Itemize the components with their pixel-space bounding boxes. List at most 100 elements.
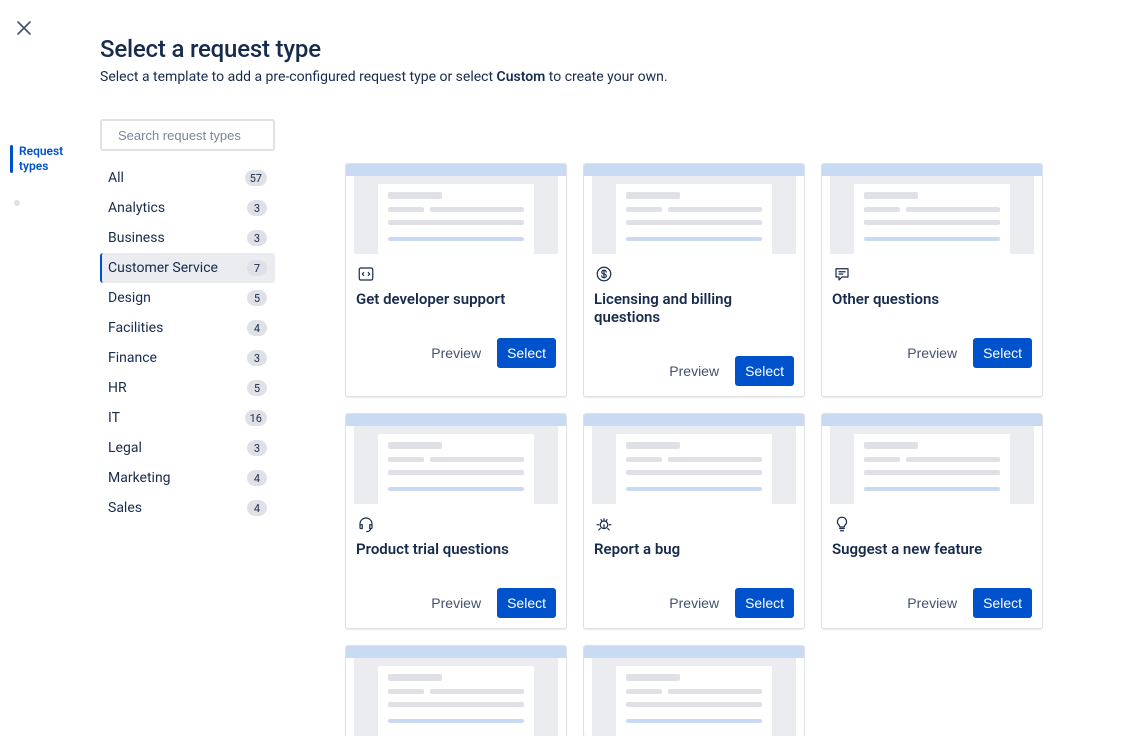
card-content: Suggest a new feature PreviewSelect	[822, 504, 1042, 628]
select-button[interactable]: Select	[497, 588, 556, 618]
card-title: Suggest a new feature	[832, 540, 1032, 558]
category-count-badge: 57	[245, 170, 267, 186]
card-actions: PreviewSelect	[356, 338, 556, 368]
category-item[interactable]: Sales 4	[100, 493, 275, 523]
card-title: Other questions	[832, 290, 1032, 308]
request-type-card: Get developer support PreviewSelect	[345, 163, 567, 397]
preview-button[interactable]: Preview	[659, 588, 729, 618]
bulb-icon	[832, 514, 852, 534]
card-content: Licensing and billing questions PreviewSe…	[584, 254, 804, 396]
card-illustration	[346, 414, 566, 504]
dollar-icon	[594, 264, 614, 284]
category-label: Marketing	[108, 470, 171, 486]
search-input[interactable]	[118, 128, 294, 143]
category-count-badge: 3	[247, 440, 267, 456]
rail-item-label: Request types	[19, 144, 71, 174]
category-item[interactable]: Facilities 4	[100, 313, 275, 343]
category-count-badge: 3	[247, 230, 267, 246]
request-type-card: Other questions PreviewSelect	[821, 163, 1043, 397]
comment-icon	[832, 264, 852, 284]
select-button[interactable]: Select	[735, 356, 794, 386]
category-item[interactable]: Design 5	[100, 283, 275, 313]
card-content: Get developer support PreviewSelect	[346, 254, 566, 396]
headset-icon	[356, 514, 376, 534]
select-button[interactable]: Select	[973, 338, 1032, 368]
category-count-badge: 5	[247, 380, 267, 396]
card-content: Report a bug PreviewSelect	[584, 504, 804, 628]
select-button[interactable]: Select	[497, 338, 556, 368]
category-count-badge: 3	[247, 350, 267, 366]
category-item[interactable]: Marketing 4	[100, 463, 275, 493]
category-count-badge: 4	[247, 470, 267, 486]
preview-button[interactable]: Preview	[897, 338, 967, 368]
request-type-card: Product trial questions PreviewSelect	[345, 413, 567, 629]
category-item[interactable]: Business 3	[100, 223, 275, 253]
category-item[interactable]: IT 16	[100, 403, 275, 433]
request-type-card	[583, 645, 805, 736]
category-count-badge: 3	[247, 200, 267, 216]
close-button[interactable]	[14, 18, 34, 38]
search-input-wrapper[interactable]	[100, 119, 275, 151]
card-grid: Get developer supportPreviewSelectLicens…	[345, 163, 1102, 736]
page-title: Select a request type	[100, 35, 1102, 63]
preview-button[interactable]: Preview	[421, 588, 491, 618]
card-title: Get developer support	[356, 290, 556, 308]
category-label: Analytics	[108, 200, 165, 216]
preview-button[interactable]: Preview	[897, 588, 967, 618]
card-illustration	[584, 164, 804, 254]
card-content: Other questions PreviewSelect	[822, 254, 1042, 396]
rail-item-secondary[interactable]	[6, 178, 86, 210]
category-label: All	[108, 170, 124, 186]
category-item[interactable]: Analytics 3	[100, 193, 275, 223]
card-actions: PreviewSelect	[594, 588, 794, 618]
card-actions: PreviewSelect	[356, 588, 556, 618]
request-type-card: Suggest a new feature PreviewSelect	[821, 413, 1043, 629]
category-label: Customer Service	[108, 260, 218, 276]
card-illustration	[584, 414, 804, 504]
card-illustration	[584, 646, 804, 736]
category-count-badge: 16	[245, 410, 267, 426]
category-count-badge: 4	[247, 320, 267, 336]
category-count-badge: 7	[247, 260, 267, 276]
code-icon	[356, 264, 376, 284]
category-list: All57Analytics3Business3Customer Service…	[100, 163, 275, 523]
preview-button[interactable]: Preview	[659, 356, 729, 386]
bug-icon	[594, 514, 614, 534]
rail-item-request-types[interactable]: Request types	[6, 140, 86, 178]
card-title: Licensing and billing questions	[594, 290, 794, 326]
card-title: Product trial questions	[356, 540, 556, 558]
card-illustration	[822, 414, 1042, 504]
category-item[interactable]: Customer Service 7	[100, 253, 275, 283]
category-count-badge: 5	[247, 290, 267, 306]
left-rail: Request types	[6, 140, 86, 210]
card-actions: PreviewSelect	[594, 356, 794, 386]
card-illustration	[822, 164, 1042, 254]
category-label: Finance	[108, 350, 157, 366]
category-label: Design	[108, 290, 151, 306]
category-count-badge: 4	[247, 500, 267, 516]
category-label: Sales	[108, 500, 142, 516]
category-label: Legal	[108, 440, 142, 456]
select-button[interactable]: Select	[973, 588, 1032, 618]
category-label: IT	[108, 410, 120, 426]
category-item[interactable]: Legal 3	[100, 433, 275, 463]
request-type-card	[345, 645, 567, 736]
card-title: Report a bug	[594, 540, 794, 558]
preview-button[interactable]: Preview	[421, 338, 491, 368]
close-icon	[17, 21, 31, 35]
category-item[interactable]: Finance 3	[100, 343, 275, 373]
rail-inactive-dot	[14, 200, 20, 206]
card-illustration	[346, 646, 566, 736]
select-button[interactable]: Select	[735, 588, 794, 618]
category-label: HR	[108, 380, 127, 396]
category-label: Business	[108, 230, 165, 246]
card-actions: PreviewSelect	[832, 588, 1032, 618]
category-item[interactable]: All 57	[100, 163, 275, 193]
request-type-card: Licensing and billing questions PreviewSe…	[583, 163, 805, 397]
request-type-card: Report a bug PreviewSelect	[583, 413, 805, 629]
category-item[interactable]: HR 5	[100, 373, 275, 403]
card-illustration	[346, 164, 566, 254]
page-subtitle: Select a template to add a pre-configure…	[100, 69, 1102, 85]
category-label: Facilities	[108, 320, 163, 336]
card-actions: PreviewSelect	[832, 338, 1032, 368]
